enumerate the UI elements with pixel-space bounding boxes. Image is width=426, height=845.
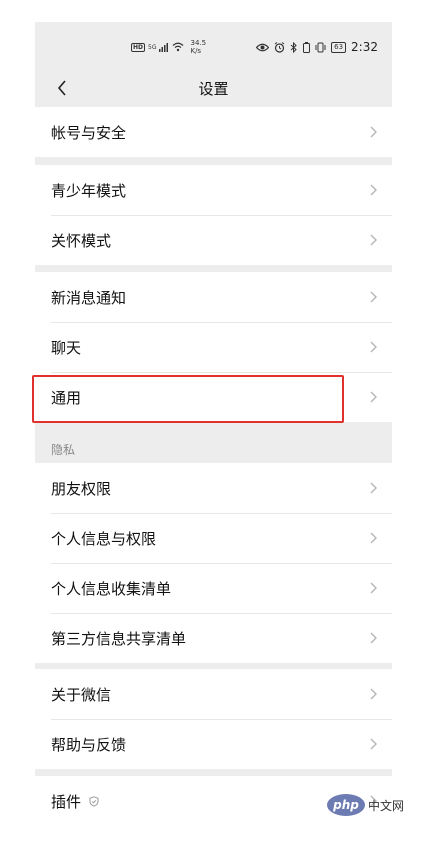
vibrate-icon — [315, 42, 326, 52]
settings-item-teen-mode[interactable]: 青少年模式 — [35, 165, 392, 215]
status-left: HD 5G 34.5 K/s — [131, 39, 206, 55]
privacy-section-label: 隐私 — [51, 443, 76, 457]
shield-icon — [89, 795, 99, 807]
status-right: 63 2:32 — [256, 40, 378, 54]
eye-icon — [256, 43, 270, 51]
chevron-right-icon — [370, 738, 377, 750]
settings-item-label: 第三方信息共享清单 — [51, 629, 187, 648]
settings-item-label: 通用 — [51, 388, 82, 407]
settings-item-label: 聊天 — [51, 338, 82, 357]
chevron-right-icon — [370, 532, 377, 544]
hd-badge: HD — [131, 42, 146, 52]
chevron-right-icon — [370, 126, 377, 138]
settings-item-label: 帮助与反馈 — [51, 735, 127, 754]
settings-item-label: 新消息通知 — [51, 288, 127, 307]
bluetooth-icon — [290, 41, 297, 53]
php-logo: php — [327, 794, 365, 816]
network-speed: 34.5 K/s — [190, 39, 206, 55]
network-label: 5G — [148, 43, 157, 51]
settings-item-label: 关怀模式 — [51, 231, 112, 250]
clock-time: 2:32 — [351, 40, 378, 54]
settings-item-general[interactable]: 通用 — [35, 372, 392, 422]
chevron-right-icon — [370, 582, 377, 594]
lock-battery-icon — [303, 41, 311, 53]
settings-item-account-security[interactable]: 帐号与安全 — [35, 107, 392, 157]
watermark: php 中文网 — [327, 794, 404, 816]
chevron-right-icon — [370, 341, 377, 353]
settings-item-friend-permissions[interactable]: 朋友权限 — [35, 463, 392, 513]
settings-item-notifications[interactable]: 新消息通知 — [35, 272, 392, 322]
watermark-text: 中文网 — [368, 798, 405, 813]
settings-item-label: 青少年模式 — [51, 181, 127, 200]
account-group: 帐号与安全 — [35, 107, 392, 157]
wifi-icon — [173, 42, 184, 52]
settings-item-care-mode[interactable]: 关怀模式 — [35, 215, 392, 265]
alarm-icon — [274, 41, 285, 53]
chevron-right-icon — [370, 391, 377, 403]
status-bar: HD 5G 34.5 K/s 63 2:32 — [35, 22, 392, 72]
settings-item-label: 朋友权限 — [51, 479, 112, 498]
speed-unit: K/s — [190, 47, 202, 55]
settings-item-label: 插件 — [51, 792, 82, 811]
speed-value: 34.5 — [190, 39, 207, 47]
settings-item-label: 关于微信 — [51, 685, 112, 704]
settings-item-chat[interactable]: 聊天 — [35, 322, 392, 372]
chevron-right-icon — [370, 291, 377, 303]
chevron-right-icon — [370, 184, 377, 196]
settings-item-personal-info-permissions[interactable]: 个人信息与权限 — [35, 513, 392, 563]
signal-icon — [159, 42, 169, 52]
chevron-right-icon — [370, 632, 377, 644]
chevron-right-icon — [370, 688, 377, 700]
privacy-group: 朋友权限 个人信息与权限 个人信息收集清单 第三方信息共享清单 — [35, 463, 392, 663]
chevron-right-icon — [370, 234, 377, 246]
settings-item-third-party-sharing-list[interactable]: 第三方信息共享清单 — [35, 613, 392, 663]
general-group: 新消息通知 聊天 通用 — [35, 272, 392, 422]
settings-item-about[interactable]: 关于微信 — [35, 669, 392, 719]
phone-screen: HD 5G 34.5 K/s 63 2:32 设置 帐号与安全 青少年模式 关怀… — [35, 22, 392, 815]
nav-bar: 设置 — [35, 72, 392, 104]
page-title: 设置 — [198, 79, 229, 98]
chevron-right-icon — [370, 482, 377, 494]
settings-item-label: 个人信息收集清单 — [51, 579, 172, 598]
settings-item-help-feedback[interactable]: 帮助与反馈 — [35, 719, 392, 769]
settings-item-info-collection-list[interactable]: 个人信息收集清单 — [35, 563, 392, 613]
settings-item-label: 帐号与安全 — [51, 123, 127, 142]
battery-indicator: 63 — [331, 41, 347, 53]
modes-group: 青少年模式 关怀模式 — [35, 165, 392, 265]
back-button[interactable] — [49, 76, 75, 100]
chevron-left-icon — [57, 80, 66, 96]
settings-item-label: 个人信息与权限 — [51, 529, 157, 548]
about-group: 关于微信 帮助与反馈 — [35, 669, 392, 769]
